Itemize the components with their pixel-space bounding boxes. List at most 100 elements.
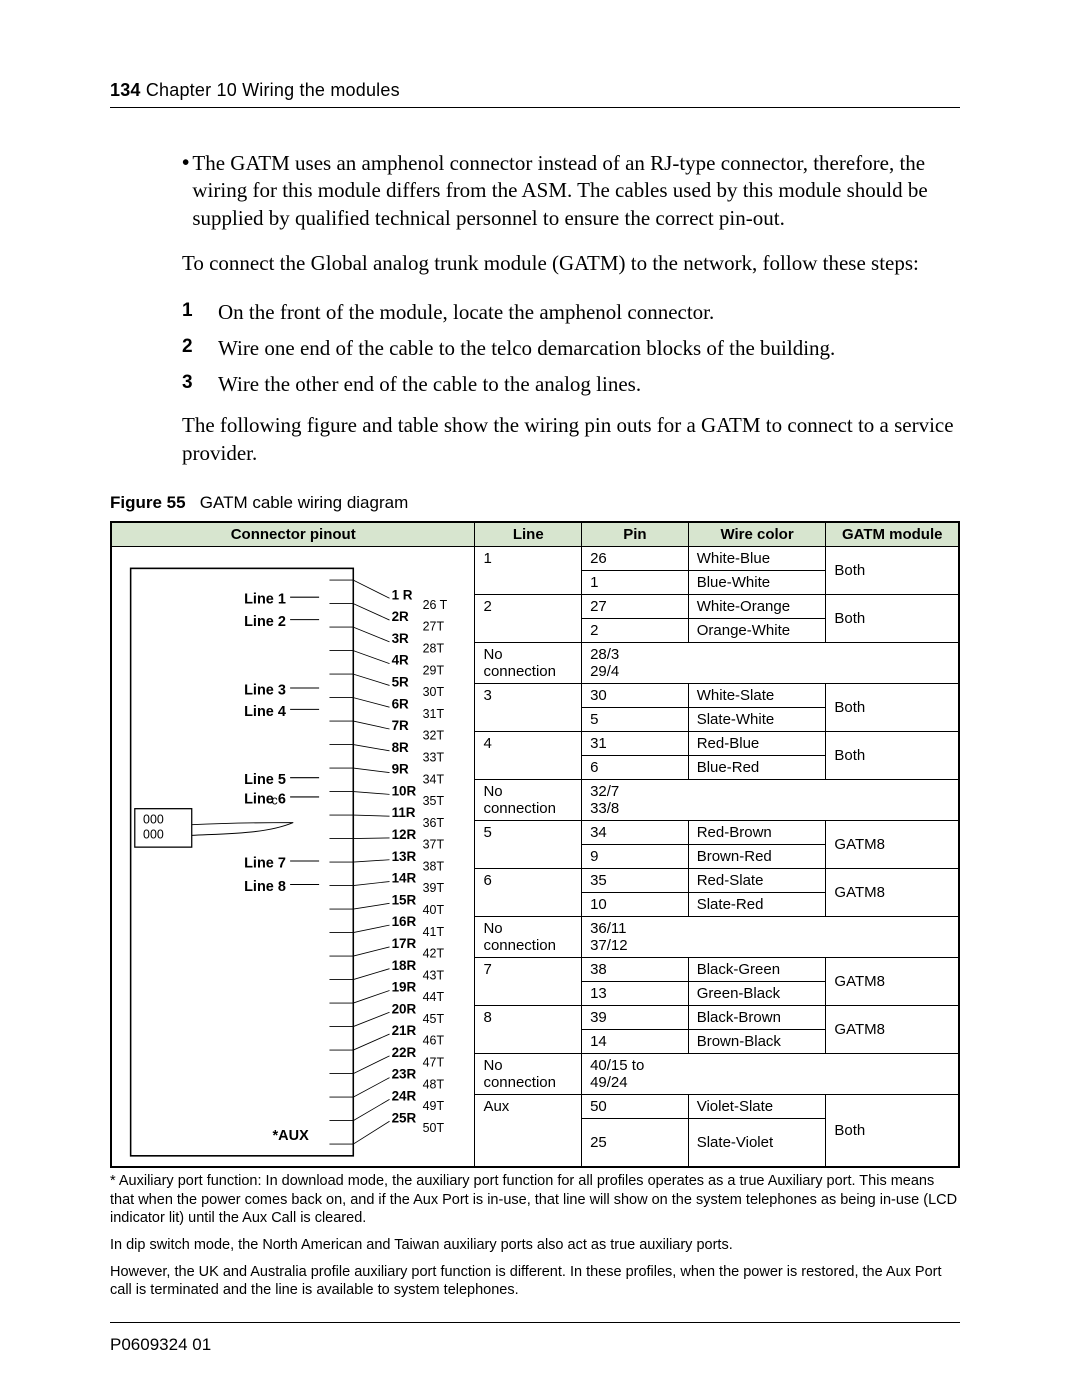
line-cell: 2 [475, 594, 582, 618]
svg-text:000: 000 [143, 812, 164, 826]
line-cell: 7 [475, 957, 582, 981]
pin-cell: 35 [582, 868, 689, 892]
col-wire: Wire color [688, 522, 826, 547]
pin-cell: 1 [582, 570, 689, 594]
bullet-marker: • [182, 150, 192, 246]
svg-text:46T: 46T [423, 1033, 445, 1047]
line-cell [475, 618, 582, 642]
wire-color-cell: Violet-Slate [688, 1094, 826, 1118]
module-cell: Both [826, 731, 959, 779]
wire-color-cell: Green-Black [688, 981, 826, 1005]
svg-text:41T: 41T [423, 924, 445, 938]
wire-color-cell: Blue-Red [688, 755, 826, 779]
pin-cell: 31 [582, 731, 689, 755]
chapter-title: Chapter 10 Wiring the modules [146, 80, 400, 100]
wire-color-cell: Black-Brown [688, 1005, 826, 1029]
line-cell [475, 892, 582, 916]
svg-text:35T: 35T [423, 794, 445, 808]
svg-text:2R: 2R [392, 609, 409, 624]
svg-text:Line 1: Line 1 [244, 591, 286, 607]
line-cell [475, 570, 582, 594]
wire-color-cell: Slate-Violet [688, 1118, 826, 1167]
wire-color-cell: Brown-Red [688, 844, 826, 868]
module-cell: Both [826, 683, 959, 731]
svg-text:30T: 30T [423, 685, 445, 699]
figure-title: GATM cable wiring diagram [200, 493, 408, 512]
svg-text:23R: 23R [392, 1066, 417, 1081]
svg-text:Line 4: Line 4 [244, 703, 287, 719]
pin-cell: 5 [582, 707, 689, 731]
line-cell: 3 [475, 683, 582, 707]
svg-text:39T: 39T [423, 881, 445, 895]
module-cell: GATM8 [826, 1005, 959, 1053]
line-cell [475, 755, 582, 779]
module-cell: Both [826, 594, 959, 642]
col-line: Line [475, 522, 582, 547]
svg-text:31T: 31T [423, 707, 445, 721]
module-cell: Both [826, 1094, 959, 1167]
bullet-text: The GATM uses an amphenol connector inst… [192, 150, 960, 232]
wire-color-cell: Black-Green [688, 957, 826, 981]
line-cell [475, 707, 582, 731]
wire-color-cell: Blue-White [688, 570, 826, 594]
table-header-row: Connector pinout Line Pin Wire color GAT… [111, 522, 959, 547]
figure-caption: Figure 55 GATM cable wiring diagram [110, 493, 960, 513]
svg-text:43T: 43T [423, 968, 445, 982]
line-cell: 8 [475, 1005, 582, 1029]
svg-text:26 T: 26 T [423, 598, 448, 612]
svg-text:7R: 7R [392, 718, 409, 733]
page-number: 134 [110, 80, 141, 100]
page-body: • The GATM uses an amphenol connector in… [110, 150, 960, 1300]
no-connection-cell: No connection [475, 642, 582, 683]
page: 134 Chapter 10 Wiring the modules • The … [0, 0, 1080, 1397]
no-connection-cell: No connection [475, 1053, 582, 1094]
wire-color-cell: Red-Blue [688, 731, 826, 755]
svg-text:49T: 49T [423, 1099, 445, 1113]
pin-cell: 27 [582, 594, 689, 618]
connector-pinout-diagram: 000000cLine 1Line 2Line 3Line 4Line 5Lin… [111, 546, 475, 1167]
pin-cell: 14 [582, 1029, 689, 1053]
pin-cell: 10 [582, 892, 689, 916]
svg-text:*AUX: *AUX [273, 1127, 309, 1143]
svg-text:19R: 19R [392, 979, 417, 994]
svg-text:Line 7: Line 7 [244, 855, 286, 871]
wire-color-cell: Red-Brown [688, 820, 826, 844]
note-text: However, the UK and Australia profile au… [110, 1263, 960, 1300]
wire-color-cell: Red-Slate [688, 868, 826, 892]
no-connection-cell: No connection [475, 779, 582, 820]
wire-color-cell: Slate-Red [688, 892, 826, 916]
pin-cell: 13 [582, 981, 689, 1005]
svg-text:42T: 42T [423, 946, 445, 960]
svg-text:12R: 12R [392, 827, 417, 842]
svg-text:27T: 27T [423, 619, 445, 633]
no-connection-pins: 40/15 to 49/24 [582, 1053, 959, 1094]
no-connection-pins: 28/3 29/4 [582, 642, 959, 683]
svg-text:18R: 18R [392, 957, 417, 972]
line-cell: Aux [475, 1094, 582, 1118]
line-cell [475, 1118, 582, 1167]
svg-text:Line 8: Line 8 [244, 879, 286, 895]
wire-color-cell: White-Slate [688, 683, 826, 707]
svg-text:9R: 9R [392, 761, 409, 776]
svg-text:34T: 34T [423, 772, 445, 786]
figure-label: Figure 55 [110, 493, 186, 512]
svg-text:37T: 37T [423, 837, 445, 851]
svg-text:28T: 28T [423, 641, 445, 655]
col-pin: Pin [582, 522, 689, 547]
svg-text:29T: 29T [423, 663, 445, 677]
svg-text:8R: 8R [392, 740, 409, 755]
running-header: 134 Chapter 10 Wiring the modules [110, 80, 960, 108]
pin-cell: 39 [582, 1005, 689, 1029]
svg-text:40T: 40T [423, 903, 445, 917]
svg-text:20R: 20R [392, 1001, 417, 1016]
svg-text:Line 2: Line 2 [244, 614, 286, 630]
svg-text:Line 6: Line 6 [244, 791, 286, 807]
svg-text:1 R: 1 R [392, 587, 413, 602]
svg-text:000: 000 [143, 827, 164, 841]
pin-cell: 6 [582, 755, 689, 779]
no-connection-cell: No connection [475, 916, 582, 957]
svg-text:10R: 10R [392, 783, 417, 798]
line-cell [475, 1029, 582, 1053]
note-text: * Auxiliary port function: In download m… [110, 1172, 960, 1228]
svg-text:47T: 47T [423, 1055, 445, 1069]
